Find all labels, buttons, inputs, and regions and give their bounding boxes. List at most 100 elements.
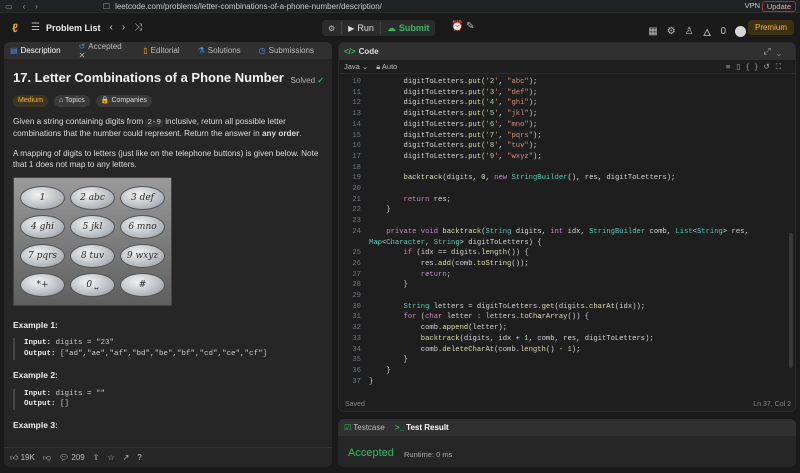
code-line[interactable]: comb.append(letter); xyxy=(369,323,507,334)
terminal-icon: >_ xyxy=(394,423,407,432)
star-icon[interactable]: ☆ xyxy=(107,453,114,462)
line-number: 15 xyxy=(352,131,361,140)
address-bar[interactable]: leetcode.com/problems/letter-combination… xyxy=(115,2,382,11)
like-button[interactable]: 👍︎ 19K xyxy=(10,453,35,463)
test-tabs: ☑ Testcase >_ Test Result xyxy=(338,419,796,436)
autocomplete-mode[interactable]: 🔒︎ Auto xyxy=(376,62,397,72)
code-line[interactable]: return; xyxy=(369,270,451,281)
code-line[interactable]: String letters = digitToLetters.get(digi… xyxy=(369,302,646,313)
code-line[interactable]: digitToLetters.put('2', "abc"); xyxy=(369,77,538,88)
code-line[interactable]: private void backtrack(String digits, in… xyxy=(369,227,749,238)
list-icon[interactable]: ☰ xyxy=(31,22,40,33)
tab-solutions[interactable]: ⚗ Solutions xyxy=(198,46,250,55)
shuffle-icon[interactable]: ⤨ xyxy=(134,22,142,33)
code-line[interactable]: for (char letter : letters.toCharArray()… xyxy=(369,312,590,323)
note-icon[interactable]: ✎ xyxy=(466,21,474,32)
layout-icon[interactable]: ▦ xyxy=(648,26,657,37)
line-number: 22 xyxy=(352,206,361,215)
clock-icon: ◷ xyxy=(258,46,266,55)
back-icon[interactable]: ‹ xyxy=(23,2,26,11)
code-line[interactable]: digitToLetters.put('6', "mno"); xyxy=(369,120,538,131)
prev-problem-icon[interactable]: ‹ xyxy=(109,22,112,33)
code-line[interactable]: } xyxy=(369,280,408,291)
bookmark-icon[interactable]: ▯ xyxy=(736,62,746,71)
line-number: 18 xyxy=(352,163,361,172)
line-number: 33 xyxy=(352,334,361,343)
bookmark-icon[interactable]: ☐ xyxy=(103,2,110,11)
code-line[interactable]: digitToLetters.put('8', "tuv"); xyxy=(369,141,538,152)
fire-icon[interactable]: 🜂 xyxy=(703,21,712,42)
code-line[interactable]: Map<Character, String> digitToLetters) { xyxy=(369,238,542,249)
companies-tag[interactable]: 🔒 Companies xyxy=(95,94,152,107)
tab-accepted[interactable]: ↺ Accepted ✕ xyxy=(79,42,135,60)
code-line[interactable]: backtrack(digits, idx + 1, comb, res, di… xyxy=(369,334,654,345)
example-2-output: [] xyxy=(60,400,70,409)
code-line[interactable]: } xyxy=(369,205,390,216)
leetcode-logo-icon[interactable]: ℓ xyxy=(8,21,22,35)
cursor-position: Ln 37, Col 2 xyxy=(753,400,791,408)
tab-test-result[interactable]: >_ Test Result xyxy=(395,423,449,432)
problem-list-link[interactable]: Problem List xyxy=(46,23,101,33)
code-line[interactable]: comb.deleteCharAt(comb.length() - 1); xyxy=(369,345,581,356)
forward-icon[interactable]: › xyxy=(35,2,38,11)
keypad-key: 5 jkl xyxy=(70,214,115,239)
submit-button[interactable]: Submit xyxy=(399,23,430,33)
braces-icon[interactable]: {} xyxy=(746,62,763,71)
code-panel: </> Code ⤢⌄ Java ⌄ 🔒︎ Auto ≡▯{}↺⛶ 10 digi… xyxy=(338,42,796,412)
code-line[interactable]: digitToLetters.put('7', "pqrs"); xyxy=(369,131,542,142)
sidebar-icon[interactable]: ▭ xyxy=(5,2,13,11)
reset-icon[interactable]: ↺ xyxy=(763,62,775,71)
close-tab-icon[interactable]: ✕ xyxy=(79,51,86,60)
next-problem-icon[interactable]: › xyxy=(122,22,125,33)
code-line[interactable]: digitToLetters.put('3', "def"); xyxy=(369,88,538,99)
problem-title[interactable]: 17. Letter Combinations of a Phone Numbe… xyxy=(13,69,323,87)
vpn-indicator[interactable]: VPN xyxy=(745,1,760,10)
run-button[interactable]: Run xyxy=(357,23,374,33)
example-2-title: Example 2: xyxy=(13,370,58,381)
avatar[interactable] xyxy=(735,26,746,37)
share-icon[interactable]: ⇪ xyxy=(93,453,100,462)
dislike-icon[interactable]: 👎︎ xyxy=(43,453,51,463)
description-footer: 👍︎ 19K 👎︎ 💬︎ 209 ⇪ ☆ ↗ ? xyxy=(4,447,332,467)
update-button[interactable]: Update xyxy=(761,1,796,12)
tab-testcase[interactable]: ☑ Testcase xyxy=(344,423,385,432)
comments-button[interactable]: 💬︎ 209 xyxy=(59,453,85,462)
example-2-input: digits = "" xyxy=(55,389,106,398)
nav-right-icons: ▦ ⚙ ♙ 🜂 0 xyxy=(648,21,746,42)
code-line[interactable]: digitToLetters.put('9', "wxyz"); xyxy=(369,152,542,163)
help-icon[interactable]: ? xyxy=(137,453,141,462)
expand-icon[interactable]: ⤢ xyxy=(764,46,777,56)
line-number: 29 xyxy=(352,292,361,300)
code-line[interactable]: return res; xyxy=(369,195,451,206)
share-arrow-icon[interactable]: ↗ xyxy=(123,453,130,462)
tab-editorial[interactable]: ▯ Editorial xyxy=(143,46,188,55)
code-line[interactable]: if (idx == digits.length()) { xyxy=(369,248,529,259)
code-line[interactable]: res.add(comb.toString()); xyxy=(369,259,529,270)
tab-submissions[interactable]: ◷ Submissions xyxy=(259,46,323,55)
line-number: 13 xyxy=(352,110,361,119)
history-icon: ↺ xyxy=(78,42,86,51)
format-icon[interactable]: ≡ xyxy=(726,62,736,71)
keypad-key: 8 tuv xyxy=(70,243,115,268)
debug-icon[interactable]: ⚙ xyxy=(328,24,335,33)
upload-icon: ☁ xyxy=(386,22,396,33)
premium-button[interactable]: Premium xyxy=(747,20,794,35)
fullscreen-icon[interactable]: ⛶ xyxy=(776,62,787,71)
code-line[interactable]: } xyxy=(369,366,390,377)
line-number: 19 xyxy=(352,174,361,183)
language-select[interactable]: Java ⌄ xyxy=(344,62,368,71)
user-outline-icon[interactable]: ♙ xyxy=(685,26,694,37)
code-line[interactable]: digitToLetters.put('5', "jkl"); xyxy=(369,109,538,120)
tab-description[interactable]: ▤ Description xyxy=(10,46,70,55)
problem-paragraph-2: A mapping of digits to letters (just lik… xyxy=(13,148,319,169)
alarm-icon[interactable]: ⏰ xyxy=(451,21,463,32)
topics-tag[interactable]: ⌂ Topics xyxy=(53,94,90,107)
code-line[interactable]: } xyxy=(369,355,408,366)
code-editor[interactable]: 10 digitToLetters.put('2', "abc"); 11 dig… xyxy=(339,77,795,397)
code-line[interactable]: digitToLetters.put('4', "ghi"); xyxy=(369,98,538,109)
code-line[interactable]: } xyxy=(369,377,373,388)
code-line[interactable]: backtrack(digits, 0, new StringBuilder()… xyxy=(369,173,676,184)
minimize-icon[interactable]: ⌄ xyxy=(777,46,787,56)
editor-scrollbar[interactable] xyxy=(789,233,793,368)
settings-icon[interactable]: ⚙ xyxy=(667,26,676,37)
